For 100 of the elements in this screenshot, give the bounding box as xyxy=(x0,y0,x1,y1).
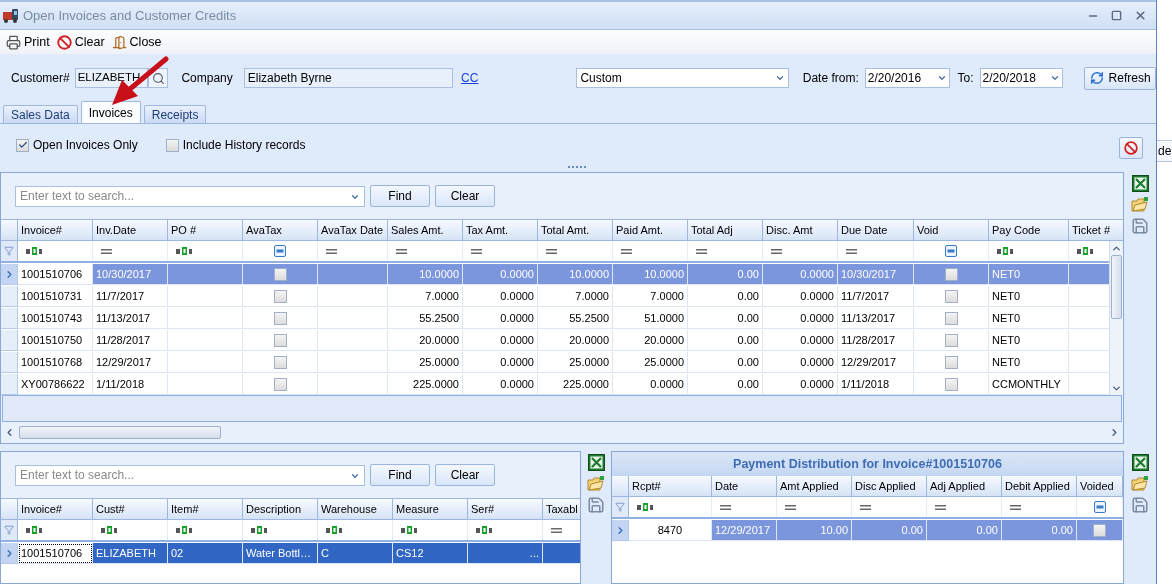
column-header[interactable]: Amt Applied xyxy=(777,476,852,497)
column-header[interactable]: Description xyxy=(243,499,318,520)
filter-icon[interactable] xyxy=(615,502,625,512)
column-header[interactable]: Sales Amt. xyxy=(388,220,463,241)
tab[interactable]: Invoices xyxy=(80,101,141,123)
column-header[interactable]: Inv.Date xyxy=(93,220,168,241)
filter-icon[interactable] xyxy=(4,525,14,535)
cc-link[interactable]: CC xyxy=(461,69,479,87)
checkbox[interactable] xyxy=(944,289,958,303)
column-header[interactable]: Item# xyxy=(168,499,243,520)
spreadsheet-icon[interactable] xyxy=(1131,175,1149,192)
dropdown-caret-icon[interactable] xyxy=(774,73,785,83)
checkbox[interactable] xyxy=(16,138,29,152)
column-header[interactable]: Measure xyxy=(393,499,468,520)
find-button[interactable]: Find xyxy=(370,464,430,486)
row-indicator[interactable] xyxy=(612,520,629,541)
checkbox[interactable] xyxy=(944,333,958,347)
close-icon[interactable] xyxy=(1134,9,1147,22)
column-header[interactable]: Cust# xyxy=(93,499,168,520)
checkbox[interactable] xyxy=(273,333,287,347)
spreadsheet-icon[interactable] xyxy=(587,454,605,471)
column-header[interactable]: Rcpt# xyxy=(629,476,712,497)
table-cell: 0.00 xyxy=(852,520,927,541)
search-field[interactable]: Enter text to search... xyxy=(15,185,365,207)
refresh-button[interactable]: Refresh xyxy=(1084,66,1156,90)
column-header[interactable]: Pay Code xyxy=(989,220,1069,241)
company-field[interactable]: Elizabeth Byrne xyxy=(243,68,454,88)
column-header[interactable]: Paid Amt. xyxy=(613,220,688,241)
column-header[interactable]: Total Amt. xyxy=(538,220,613,241)
column-header[interactable]: Invoice# xyxy=(18,220,93,241)
toolbar-button[interactable]: Clear xyxy=(56,32,105,52)
row-indicator[interactable] xyxy=(1,330,18,351)
table-cell: 12/29/2017 xyxy=(838,352,914,373)
column-header[interactable]: Total Adj xyxy=(688,220,763,241)
scrollbar-thumb[interactable] xyxy=(1111,255,1122,319)
folder-edit-icon[interactable] xyxy=(587,476,605,491)
splitter-grip-icon[interactable] xyxy=(568,166,588,169)
column-header[interactable]: Ser# xyxy=(468,499,543,520)
tab[interactable]: Sales Data xyxy=(3,105,78,123)
column-header[interactable]: Debit Applied xyxy=(1002,476,1077,497)
column-header[interactable]: Taxabl xyxy=(543,499,580,520)
dropdown-caret-icon[interactable] xyxy=(1050,73,1061,83)
search-field[interactable]: Enter text to search... xyxy=(15,464,365,486)
checkbox[interactable] xyxy=(273,377,287,391)
row-indicator[interactable] xyxy=(1,543,18,564)
maximize-icon[interactable] xyxy=(1111,10,1122,21)
column-header[interactable]: Ticket # xyxy=(1069,220,1123,241)
checkbox[interactable] xyxy=(944,311,958,325)
text-filter-icon xyxy=(401,526,418,534)
filter-icon[interactable] xyxy=(4,246,14,256)
checkbox[interactable] xyxy=(273,355,287,369)
row-indicator[interactable] xyxy=(1,374,18,395)
row-indicator[interactable] xyxy=(1,286,18,307)
save-icon[interactable] xyxy=(1131,496,1149,514)
spreadsheet-icon[interactable] xyxy=(1131,454,1149,471)
table-cell: 25.0000 xyxy=(613,352,688,373)
folder-edit-icon[interactable] xyxy=(1131,476,1149,491)
column-header[interactable]: Voided xyxy=(1077,476,1123,497)
column-header[interactable]: Disc Applied xyxy=(852,476,927,497)
save-icon[interactable] xyxy=(587,496,605,514)
table-cell: 02 xyxy=(168,543,243,564)
column-header[interactable]: Due Date xyxy=(838,220,914,241)
checkbox[interactable] xyxy=(944,267,958,281)
clear-button[interactable]: Clear xyxy=(435,464,495,486)
tab[interactable]: Receipts xyxy=(143,105,207,123)
folder-edit-icon[interactable] xyxy=(1131,197,1149,212)
column-header[interactable]: AvaTax Date xyxy=(318,220,388,241)
column-header[interactable]: Disc. Amt xyxy=(763,220,838,241)
column-header[interactable]: Tax Amt. xyxy=(463,220,538,241)
toolbar-button[interactable]: Print xyxy=(6,32,50,52)
checkbox[interactable] xyxy=(273,289,287,303)
row-indicator[interactable] xyxy=(1,308,18,329)
save-icon[interactable] xyxy=(1131,217,1149,235)
checkbox[interactable] xyxy=(165,138,179,152)
column-header[interactable]: Void xyxy=(914,220,989,241)
column-header[interactable]: Date xyxy=(712,476,777,497)
table-cell: NET0 xyxy=(989,352,1069,373)
table-cell: XY00786622 xyxy=(18,374,93,395)
checkbox[interactable] xyxy=(1093,523,1106,537)
checkbox[interactable] xyxy=(944,355,958,369)
column-header[interactable]: Adj Applied xyxy=(927,476,1002,497)
dropdown-caret-icon[interactable] xyxy=(937,73,948,83)
column-header[interactable]: Invoice# xyxy=(18,499,93,520)
find-button[interactable]: Find xyxy=(370,185,430,207)
equals-icon xyxy=(101,248,112,254)
clear-button[interactable]: Clear xyxy=(435,185,495,207)
row-indicator[interactable] xyxy=(1,264,18,285)
scrollbar-thumb[interactable] xyxy=(19,425,221,439)
column-header[interactable]: AvaTax xyxy=(243,220,318,241)
clear-icon xyxy=(56,34,72,50)
checkbox[interactable] xyxy=(273,311,287,325)
scroll-right-icon[interactable] xyxy=(1109,426,1120,438)
column-header[interactable]: PO # xyxy=(168,220,243,241)
column-header[interactable]: Warehouse xyxy=(318,499,393,520)
checkbox[interactable] xyxy=(944,377,958,391)
toolbar-button[interactable]: Close xyxy=(111,32,162,52)
clear-filter-button[interactable] xyxy=(1119,137,1143,159)
checkbox[interactable] xyxy=(273,267,287,281)
table-cell: 0.0000 xyxy=(463,286,538,307)
row-indicator[interactable] xyxy=(1,352,18,373)
